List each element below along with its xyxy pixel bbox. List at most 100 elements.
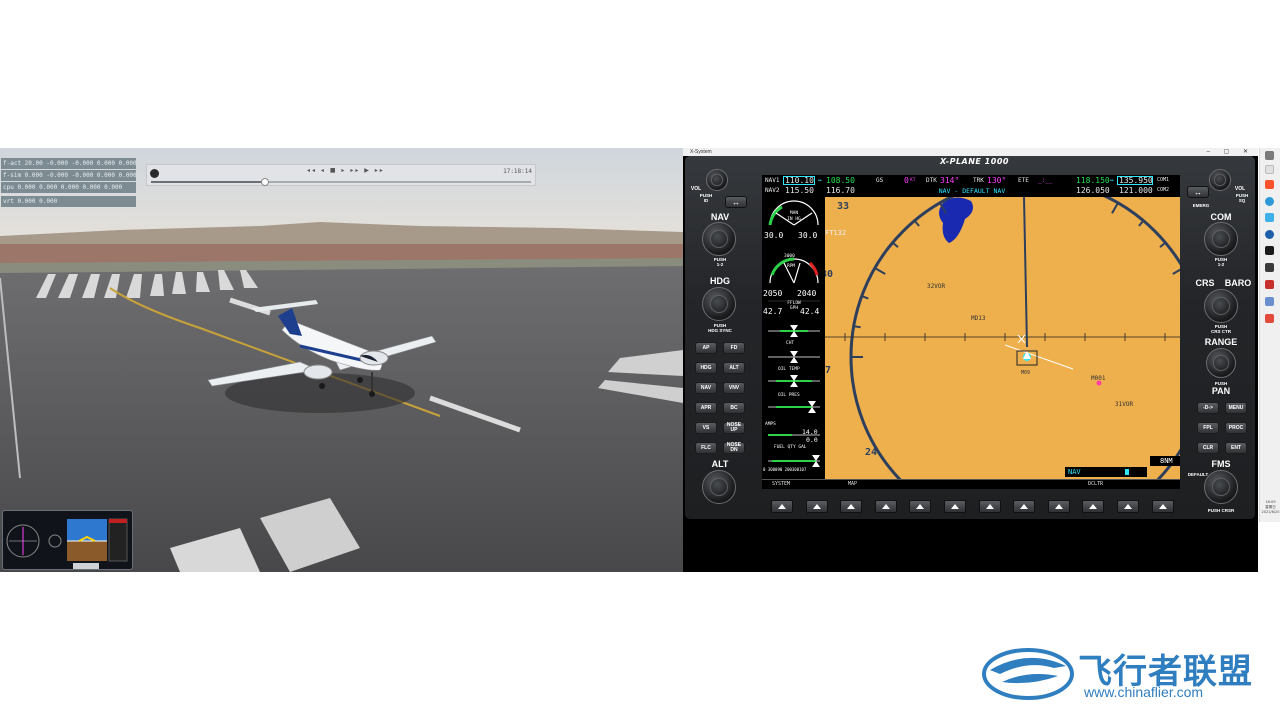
- fms-knob[interactable]: [1204, 470, 1238, 504]
- g1000-bezel: X-PLANE 1000 VOL PUSH ID ↔ NAV PUSH 1-2 …: [685, 156, 1255, 519]
- nose-dn-button[interactable]: NOSE DN: [723, 442, 745, 454]
- ent-button[interactable]: ENT: [1225, 442, 1247, 454]
- office-icon[interactable]: [1265, 314, 1274, 323]
- alt-knob[interactable]: [702, 470, 736, 504]
- vol-knob-left[interactable]: [706, 169, 728, 191]
- fd-button[interactable]: FD: [723, 342, 745, 354]
- apr-button[interactable]: APR: [695, 402, 717, 414]
- clock-day: 星期日: [1265, 505, 1276, 509]
- softkey-button-10[interactable]: [1082, 500, 1105, 513]
- app-icon[interactable]: [1265, 213, 1274, 222]
- range-pan-knob[interactable]: [1206, 348, 1236, 378]
- oil-pres-label: OIL PRES: [778, 393, 800, 398]
- softkey-button-7[interactable]: [978, 500, 1001, 513]
- vol-knob-right[interactable]: [1209, 169, 1231, 191]
- waypoint-label[interactable]: MD13: [971, 315, 985, 322]
- waypoint-label[interactable]: M09: [1021, 370, 1030, 376]
- softkey-button-1[interactable]: [771, 500, 793, 513]
- hdg-knob[interactable]: [702, 287, 736, 321]
- terminal-icon[interactable]: [1265, 246, 1274, 255]
- nav1-label: NAV1: [765, 177, 780, 184]
- alt-label: ALT: [711, 459, 729, 469]
- ete-value: _:__: [1038, 177, 1053, 184]
- nose-up-button[interactable]: NOSE UP: [723, 422, 745, 434]
- vnv-button[interactable]: VNV: [723, 382, 745, 394]
- amps-label: AMPS: [765, 422, 776, 427]
- alt-mode-button[interactable]: ALT: [723, 362, 745, 374]
- vs-button[interactable]: VS: [695, 422, 717, 434]
- rpm-scale: 3000: [784, 254, 795, 259]
- sim-3d-view[interactable]: f-act 20.00 -0.000 -0.000 0.000 0.000 f-…: [0, 148, 683, 572]
- crs-baro-knob[interactable]: [1204, 289, 1238, 323]
- crs-push-label: PUSH CRS CTR: [1211, 324, 1231, 334]
- man-right-value: 30.0: [798, 231, 818, 240]
- menu-button[interactable]: MENU: [1225, 402, 1247, 414]
- ffow-left-value: 42.7: [763, 307, 783, 316]
- softkey-button-2[interactable]: [805, 500, 828, 513]
- window-titlebar[interactable]: X-System – ▢ ✕: [683, 148, 1258, 156]
- windows-start-icon[interactable]: [1265, 151, 1274, 160]
- softkey-label-bar: SYSTEM MAP DCLTR: [762, 479, 1180, 489]
- waypoint-label[interactable]: FT132: [825, 229, 846, 237]
- app-icon[interactable]: [1265, 280, 1274, 289]
- vol-label-right: VOL: [1234, 186, 1246, 192]
- nav-mode-button[interactable]: NAV: [695, 382, 717, 394]
- chinaflier-logo-icon: [982, 648, 1074, 700]
- replay-progress: [151, 181, 265, 183]
- softkey-button-4[interactable]: [874, 500, 897, 513]
- softkey-button-6[interactable]: [944, 500, 966, 513]
- bc-button[interactable]: BC: [723, 402, 745, 414]
- softkey-button-3[interactable]: [840, 500, 863, 513]
- nav-swap-button[interactable]: ↔: [725, 196, 747, 208]
- clock-time[interactable]: 16:09: [1261, 500, 1280, 504]
- waypoint-label[interactable]: 32VOR: [927, 283, 945, 290]
- oil-temp-label: OIL TEMP: [778, 367, 800, 372]
- com-knob[interactable]: [1204, 222, 1238, 256]
- mini-pfd-instrument[interactable]: [2, 510, 133, 570]
- fuel-scale: 0 300090 200300107: [763, 467, 807, 472]
- nav-knob[interactable]: [702, 222, 736, 256]
- waypoint-label[interactable]: 31VOR: [1115, 401, 1133, 408]
- direct-to-button[interactable]: -D->: [1197, 402, 1219, 414]
- nav2-standby-freq[interactable]: 116.70: [826, 186, 855, 195]
- com-swap-button[interactable]: ↔: [1187, 186, 1209, 198]
- softkey-button-11[interactable]: [1117, 500, 1139, 513]
- com1-active-freq[interactable]: 118.150: [1076, 176, 1110, 185]
- moving-map[interactable]: 33 30 27 24 FT132 32VOR MD13 M001 31VOR …: [825, 197, 1180, 479]
- softkey-button-8[interactable]: [1013, 500, 1036, 513]
- softkey-button-9[interactable]: [1047, 500, 1070, 513]
- data-output-row: cpu 0.000 0.000 0.000 0.000 0.000: [1, 182, 136, 193]
- com1-label: COM1: [1157, 177, 1170, 183]
- xplane-icon[interactable]: [1265, 230, 1274, 239]
- proc-button[interactable]: PROC: [1225, 422, 1247, 434]
- replay-scrubber-handle[interactable]: [261, 178, 269, 186]
- fpl-button[interactable]: FPL: [1197, 422, 1219, 434]
- hdg-mode-button[interactable]: HDG: [695, 362, 717, 374]
- record-button[interactable]: [150, 169, 159, 178]
- app-icon[interactable]: [1265, 263, 1274, 272]
- nav1-standby-freq[interactable]: 108.50: [826, 176, 855, 185]
- ap-button[interactable]: AP: [695, 342, 717, 354]
- clr-button[interactable]: CLR: [1197, 442, 1219, 454]
- photos-icon[interactable]: [1265, 297, 1274, 306]
- softkey-button-12[interactable]: [1151, 500, 1174, 513]
- chrome-icon[interactable]: [1265, 197, 1274, 206]
- search-icon[interactable]: [1265, 165, 1274, 174]
- waypoint-label[interactable]: M001: [1091, 375, 1105, 382]
- com2-standby-freq[interactable]: 121.000: [1119, 186, 1153, 195]
- brave-browser-icon[interactable]: [1265, 180, 1274, 189]
- flc-button[interactable]: FLC: [695, 442, 717, 454]
- nav1-active-freq[interactable]: 110.10: [785, 176, 814, 185]
- com1-standby-freq[interactable]: 135.950: [1119, 176, 1153, 185]
- trk-label: TRK: [973, 177, 984, 184]
- nav-status-box: NAV: [1065, 467, 1147, 477]
- com2-active-freq[interactable]: 126.050: [1076, 186, 1110, 195]
- nav2-active-freq[interactable]: 115.50: [785, 186, 814, 195]
- map-svg: [825, 197, 1180, 479]
- rpm-left-value: 2050: [763, 289, 783, 298]
- replay-controls[interactable]: ◂◂ ◂ ■ ▸ ▸▸ ▶ ▸▸: [307, 167, 385, 174]
- softkey-button-5[interactable]: [909, 500, 932, 513]
- replay-timeline[interactable]: [151, 178, 531, 186]
- vol-label-left: VOL: [690, 186, 702, 192]
- window-controls[interactable]: – ▢ ✕: [1207, 148, 1254, 156]
